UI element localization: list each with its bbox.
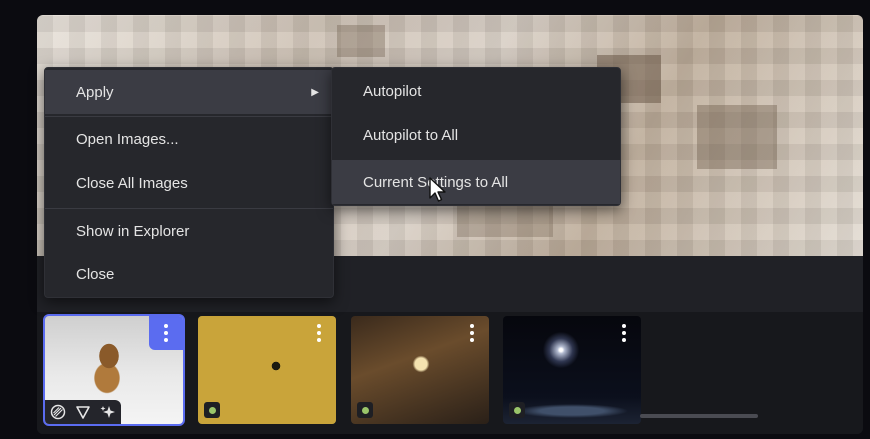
preview-detail [337,25,385,57]
menu-item-apply[interactable]: Apply ▶ [45,70,333,114]
filmstrip-scrollbar[interactable] [640,414,758,418]
processed-status-icon [509,402,525,418]
menu-item-label: Show in Explorer [76,222,190,240]
submenu-arrow-icon: ▶ [311,86,319,98]
menu-item-label: Close All Images [76,174,188,192]
apply-submenu: Autopilot Autopilot to All Current Setti… [331,67,621,206]
thumbnail-more-button[interactable] [455,316,489,350]
filter-icon[interactable] [75,404,91,420]
vertical-dots-icon [317,324,321,342]
vertical-dots-icon [622,324,626,342]
menu-item-show-in-explorer[interactable]: Show in Explorer [45,209,333,253]
menu-item-close[interactable]: Close [45,252,333,296]
context-menu: Apply ▶ Open Images... Close All Images … [44,67,334,298]
thumbnail-fireworks[interactable] [503,316,641,424]
menu-item-label: Autopilot [363,82,422,100]
mouse-pointer-icon [429,177,446,202]
menu-item-label: Open Images... [76,130,179,148]
thumbnail-more-button[interactable] [302,316,336,350]
thumbnail-tools [45,400,121,424]
preview-detail [697,105,777,169]
submenu-item-autopilot[interactable]: Autopilot [332,69,620,113]
menu-item-label: Close [76,265,115,283]
thumbnail-owl[interactable] [198,316,336,424]
submenu-item-autopilot-to-all[interactable]: Autopilot to All [332,113,620,157]
menu-item-close-all-images[interactable]: Close All Images [45,161,333,205]
sparkle-icon[interactable] [100,404,116,420]
submenu-item-current-settings-to-all[interactable]: Current Settings to All [332,160,620,204]
menu-item-open-images[interactable]: Open Images... [45,117,333,161]
processed-status-icon [204,402,220,418]
processed-status-icon [357,402,373,418]
vertical-dots-icon [164,324,168,342]
vertical-dots-icon [470,324,474,342]
menu-item-label: Apply [76,83,114,101]
thumbnail-hall[interactable] [351,316,489,424]
thumbnail-more-button[interactable] [149,316,183,350]
menu-item-label: Autopilot to All [363,126,459,144]
mask-icon[interactable] [50,404,66,420]
preview-detail [457,205,553,237]
thumbnail-tiger[interactable] [43,314,185,426]
thumbnail-more-button[interactable] [607,316,641,350]
